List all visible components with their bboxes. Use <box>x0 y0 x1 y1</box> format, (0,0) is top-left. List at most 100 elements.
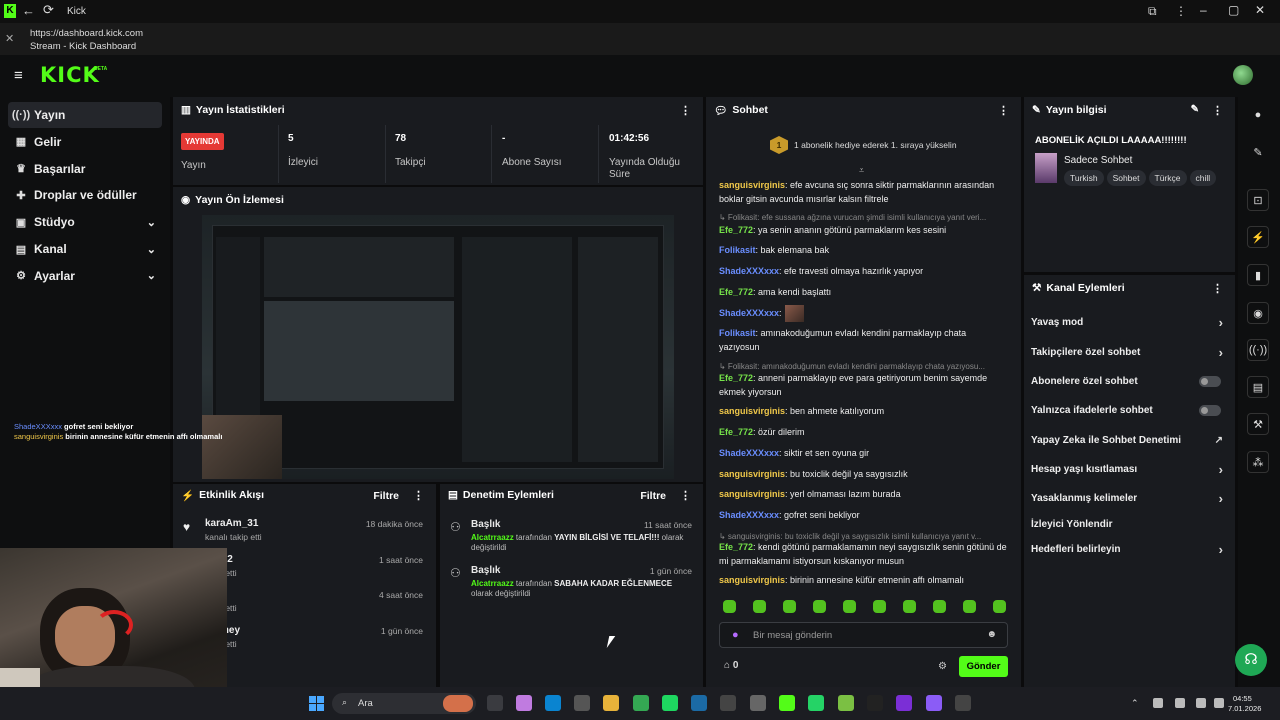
stream-tag[interactable]: chill <box>1189 170 1217 186</box>
sidebar-item-5[interactable]: ▣ Stüdyo ⌄ <box>8 209 162 235</box>
taskbar-search[interactable]: ⌕ Ara <box>332 693 476 714</box>
network-icon[interactable] <box>1153 698 1163 708</box>
points-indicator[interactable]: ⌂ 0 <box>724 660 738 671</box>
kick-icon[interactable] <box>779 695 795 711</box>
copilot-icon[interactable] <box>516 695 532 711</box>
steam-icon[interactable] <box>691 695 707 711</box>
chat-username[interactable]: Efe_772 <box>719 427 753 437</box>
app-icon[interactable] <box>838 695 854 711</box>
support-button[interactable]: ☊ <box>1235 644 1267 676</box>
category-thumb[interactable] <box>1035 153 1057 183</box>
chat-username[interactable]: ShadeXXXxxx <box>719 308 779 318</box>
store-icon[interactable] <box>574 695 590 711</box>
chat-icon[interactable]: ◉ <box>1247 302 1269 324</box>
stream-tag[interactable]: Turkish <box>1064 170 1104 186</box>
hamburger-icon[interactable]: ≡ <box>14 67 23 84</box>
more-icon[interactable]: ⋮ <box>1212 104 1223 117</box>
channel-action-1[interactable]: Yavaş mod › <box>1031 310 1227 334</box>
channel-action-7[interactable]: Yasaklanmış kelimeler › <box>1031 486 1227 510</box>
wifi-icon[interactable] <box>1196 698 1206 708</box>
app-icon[interactable] <box>720 695 736 711</box>
channel-action-4[interactable]: Yalnızca ifadelerle sohbet <box>1031 398 1227 422</box>
sidebar-item-7[interactable]: ⚙ Ayarlar ⌄ <box>8 263 162 289</box>
emote-icon[interactable] <box>873 600 886 613</box>
kick-logo[interactable]: KICK <box>40 63 100 87</box>
chat-username[interactable]: sanguisvirginis <box>719 575 785 585</box>
emote-icon[interactable] <box>993 600 1006 613</box>
document-icon[interactable]: ▮ <box>1247 264 1269 286</box>
close-icon[interactable]: ✕ <box>5 32 14 45</box>
mod-actor[interactable]: Alcatrraazz <box>471 533 514 542</box>
gear-icon[interactable]: ⚙ <box>938 661 947 672</box>
stream-tag[interactable]: Türkçe <box>1148 170 1187 186</box>
file-explorer-icon[interactable] <box>603 695 619 711</box>
channel-action-2[interactable]: Takipçilere özel sohbet › <box>1031 340 1227 364</box>
app-icon[interactable] <box>750 695 766 711</box>
chat-username[interactable]: ShadeXXXxxx <box>719 266 779 276</box>
clock-date[interactable]: 7.01.2026 <box>1228 704 1261 713</box>
channel-action-8[interactable]: İzleyici Yönlendir <box>1031 512 1227 536</box>
chevron-up-icon[interactable]: ⌃ <box>1131 698 1139 709</box>
app-icon[interactable] <box>867 695 883 711</box>
toggle-switch[interactable] <box>1199 404 1221 416</box>
channel-action-5[interactable]: Yapay Zeka ile Sohbet Denetimi ↗ <box>1031 428 1227 452</box>
chat-username[interactable]: Folikasit <box>719 328 756 338</box>
send-button[interactable]: Gönder <box>959 656 1008 677</box>
emote-icon[interactable] <box>783 600 796 613</box>
channel-action-9[interactable]: Hedefleri belirleyin › <box>1031 537 1227 561</box>
more-icon[interactable]: ⋮ <box>680 489 691 502</box>
maximize-icon[interactable]: ▢ <box>1228 3 1239 17</box>
reload-icon[interactable]: ⟳ <box>43 2 54 18</box>
emote-icon[interactable] <box>963 600 976 613</box>
share-icon[interactable]: ⧉ <box>1148 4 1157 19</box>
info-icon[interactable]: ● <box>1247 104 1269 126</box>
chat-username[interactable]: Efe_772 <box>719 542 753 552</box>
stream-tag[interactable]: Sohbet <box>1106 170 1146 186</box>
nodes-icon[interactable]: ⁂ <box>1247 451 1269 473</box>
edit-icon[interactable]: ✎ <box>1191 104 1199 115</box>
chat-username[interactable]: sanguisvirginis <box>719 406 785 416</box>
chat-username[interactable]: sanguisvirginis <box>719 180 785 190</box>
sidebar-item-6[interactable]: ▤ Kanal ⌄ <box>8 236 162 262</box>
chrome-icon[interactable] <box>633 695 649 711</box>
mod-actor[interactable]: Alcatrraazz <box>471 579 514 588</box>
channel-action-6[interactable]: Hesap yaşı kısıtlaması › <box>1031 457 1227 481</box>
volume-icon[interactable] <box>1214 698 1224 708</box>
close-icon[interactable]: ✕ <box>1255 3 1265 17</box>
chat-username[interactable]: Folikasit <box>719 245 756 255</box>
scan-icon[interactable]: ⊡ <box>1247 189 1269 211</box>
filter-button[interactable]: Filtre <box>373 490 399 502</box>
chat-username[interactable]: sanguisvirginis <box>719 469 785 479</box>
broadcast-icon[interactable]: ((·)) <box>1247 339 1269 361</box>
url-text[interactable]: https://dashboard.kick.com <box>30 28 143 39</box>
emote-icon[interactable] <box>843 600 856 613</box>
stream-preview-video[interactable] <box>202 215 674 479</box>
app-icon[interactable] <box>926 695 942 711</box>
sidebar-item-2[interactable]: ▦ Gelir <box>8 129 162 155</box>
app-icon[interactable] <box>955 695 971 711</box>
clock-time[interactable]: 04:55 <box>1233 694 1252 703</box>
emoji-icon[interactable]: ☻ <box>986 629 997 640</box>
emote-icon[interactable] <box>753 600 766 613</box>
emote-icon[interactable] <box>933 600 946 613</box>
avatar[interactable] <box>1233 65 1253 85</box>
emote-icon[interactable] <box>723 600 736 613</box>
spotify-icon[interactable] <box>662 695 678 711</box>
toggle-switch[interactable] <box>1199 375 1221 387</box>
more-icon[interactable]: ⋮ <box>1212 282 1223 295</box>
chat-username[interactable]: Efe_772 <box>719 373 753 383</box>
chat-input[interactable]: ● Bir mesaj gönderin ☻ <box>719 622 1008 648</box>
more-icon[interactable]: ⋮ <box>998 104 1009 117</box>
pencil-icon[interactable]: ✎ <box>1247 141 1269 163</box>
chat-username[interactable]: ShadeXXXxxx <box>719 510 779 520</box>
category-name[interactable]: Sadece Sohbet <box>1064 155 1132 166</box>
more-icon[interactable]: ⋮ <box>680 104 691 117</box>
sidebar-item-4[interactable]: ✚ Droplar ve ödüller <box>8 182 162 208</box>
filter-button[interactable]: Filtre <box>640 490 666 502</box>
chat-username[interactable]: sanguisvirginis <box>719 489 785 499</box>
chat-username[interactable]: Efe_772 <box>719 225 753 235</box>
chat-username[interactable]: Efe_772 <box>719 287 753 297</box>
microphone-icon[interactable]: ● <box>732 629 739 641</box>
minimize-icon[interactable]: – <box>1200 3 1207 17</box>
wrench-icon[interactable]: ⚒ <box>1247 413 1269 435</box>
